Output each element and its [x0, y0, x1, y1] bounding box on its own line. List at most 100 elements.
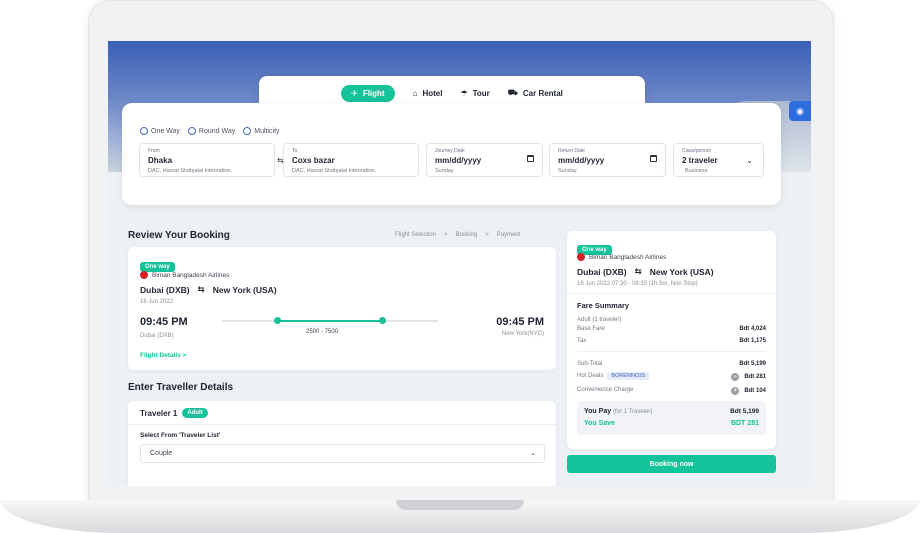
you-save-label: You Save — [584, 420, 615, 427]
adult-badge: Adult — [182, 408, 208, 418]
field-sub: Sunday — [558, 168, 577, 174]
breadcrumb-payment[interactable]: Payment — [497, 232, 521, 238]
field-value: 2 traveler — [682, 156, 718, 165]
trip-label: One Way — [151, 127, 180, 135]
pay-box: You Pay (for 1 Traveler) Bdt 5,199 You S… — [577, 401, 766, 435]
trip-label: Multicity — [254, 127, 280, 135]
tax-row: Tax Bdt 1,175 — [577, 338, 766, 344]
fare-summary-title: Fare Summary — [577, 301, 630, 310]
journey-date-field[interactable]: Journey Date mm/dd/yyyy Sunday — [426, 143, 543, 177]
route-from: Dubai (DXB) — [577, 266, 627, 277]
search-panel: One Way Round Way Multicity From Dhaka D… — [122, 103, 781, 205]
airline: Biman Bangladesh Airlines — [140, 271, 229, 279]
breadcrumb-booking[interactable]: Booking — [456, 232, 478, 238]
flight-route: Dubai (DXB) ⇆ New York (USA) — [140, 284, 277, 295]
return-date-field[interactable]: Return Date mm/dd/yyyy Sunday — [549, 143, 666, 177]
you-pay-label-group: You Pay (for 1 Traveler) — [584, 408, 652, 415]
traveller-select-value: Couple — [150, 450, 173, 457]
trip-type-options: One Way Round Way Multicity — [140, 127, 280, 135]
route-from: Dubai (DXB) — [140, 284, 190, 295]
trip-round-way[interactable]: Round Way — [187, 127, 236, 135]
divider — [577, 351, 766, 352]
field-value: mm/dd/yyyy — [435, 156, 482, 165]
flight-date: 16 Jun 2022 — [140, 299, 174, 305]
eye-icon: ◉ — [796, 105, 804, 116]
tax-label: Tax — [577, 338, 587, 344]
promo-code-badge[interactable]: BORENNO25 — [607, 372, 650, 380]
timeline-dot-end — [379, 317, 386, 324]
base-fare-label: Base Fare — [577, 326, 605, 332]
you-save-value: BDT 281 — [730, 420, 759, 427]
timeline-fill — [277, 320, 382, 322]
field-label: From — [148, 148, 160, 154]
radio-icon — [187, 127, 196, 135]
field-label: Class/person — [682, 148, 712, 154]
flight-timeline — [222, 317, 438, 324]
field-value: Dhaka — [148, 156, 173, 165]
minus-icon: − — [731, 373, 740, 381]
arrive-time: 09:45 PM — [496, 316, 544, 328]
flight-details-link[interactable]: Flight Details > — [140, 352, 186, 359]
tab-tour[interactable]: ☂ Tour — [460, 89, 489, 98]
traveller-list-label: Select From 'Traveler List' — [140, 432, 221, 439]
traveller-select[interactable]: Couple ⌄ — [140, 444, 545, 463]
breadcrumb: Flight Selection > Booking > Payment — [395, 232, 520, 238]
route-to: New York (USA) — [212, 284, 277, 295]
trip-one-way[interactable]: One Way — [140, 127, 180, 135]
subtotal-value: Bdt 5,199 — [739, 361, 766, 367]
you-pay-value: Bdt 5,199 — [730, 408, 759, 415]
field-label: Return Date — [558, 148, 585, 154]
you-pay-note: (for 1 Traveler) — [613, 409, 653, 415]
depart-time: 09:45 PM — [140, 316, 188, 328]
tab-label: Hotel — [422, 88, 443, 98]
calendar-icon — [650, 155, 657, 162]
tab-hotel[interactable]: ⌂ Hotel — [413, 89, 443, 98]
base-fare-row: Base Fare Bdt 4,024 — [577, 326, 766, 332]
divider — [567, 293, 776, 294]
from-field[interactable]: From Dhaka DAC, Hazrat Shahjalal Interna… — [139, 143, 275, 177]
eye-button[interactable]: ◉ — [789, 101, 811, 121]
route-to: New York (USA) — [649, 266, 714, 277]
plus-icon: + — [731, 387, 740, 395]
review-title: Review Your Booking — [128, 230, 230, 241]
arrive-place: New York(NYC) — [501, 331, 544, 337]
fare-summary-card: One way Biman Bangladesh Airlines Dubai … — [567, 231, 776, 449]
hot-deals-row: Hot Deals BORENNO25 − Bdt 281 — [577, 372, 766, 381]
umbrella-icon: ☂ — [460, 88, 468, 98]
field-label: Journey Date — [435, 148, 465, 154]
to-field[interactable]: To Coxs bazar DAC, Hazrat Shahjalal Inte… — [283, 143, 419, 177]
airline: Biman Bangladesh Airlines — [577, 253, 666, 261]
depart-place: Dubai (DXB) — [140, 333, 174, 339]
booking-now-button[interactable]: Booking now — [567, 455, 776, 473]
class-person-field[interactable]: Class/person 2 traveler Business ⌄ — [673, 143, 764, 177]
summary-route: Dubai (DXB) ⇆ New York (USA) — [577, 266, 714, 277]
chevron-down-icon: ⌄ — [746, 156, 753, 165]
car-icon: ⛟ — [507, 88, 518, 97]
traveller-name: Traveler 1 — [140, 408, 178, 418]
field-sub: Sunday — [435, 168, 454, 174]
tab-car-rental[interactable]: ⛟ Car Rental — [508, 88, 563, 98]
laptop-notch — [396, 500, 524, 510]
airline-name: Biman Bangladesh Airlines — [152, 271, 230, 279]
subtotal-label: Sub-Total — [577, 361, 603, 367]
adult-label: Adult (1 traveler) — [577, 317, 622, 323]
hot-deals-label: Hot Deals — [577, 373, 604, 379]
traveller-card: Traveler 1 Adult Select From 'Traveler L… — [128, 401, 556, 486]
tab-label: Flight — [362, 88, 385, 98]
divider — [128, 424, 556, 425]
screen: ✈ Flight ⌂ Hotel ☂ Tour ⛟ Car Rental ◉ O… — [108, 41, 811, 486]
base-fare-value: Bdt 4,024 — [739, 326, 766, 332]
radio-icon — [140, 127, 148, 135]
breadcrumb-separator: > — [444, 232, 448, 238]
chevron-down-icon: ⌄ — [530, 450, 536, 457]
you-pay-label: You Pay — [584, 408, 612, 415]
tab-label: Car Rental — [522, 88, 563, 98]
trip-label: Round Way — [198, 127, 236, 135]
tab-flight[interactable]: ✈ Flight — [341, 84, 395, 102]
calendar-icon — [527, 155, 534, 162]
adult-row: Adult (1 traveler) — [577, 317, 766, 323]
trip-multicity[interactable]: Multicity — [243, 127, 280, 135]
convenience-value: Bdt 104 — [744, 388, 766, 394]
convenience-label: Convenience Charge — [577, 387, 634, 393]
breadcrumb-flight-selection[interactable]: Flight Selection — [395, 232, 436, 238]
